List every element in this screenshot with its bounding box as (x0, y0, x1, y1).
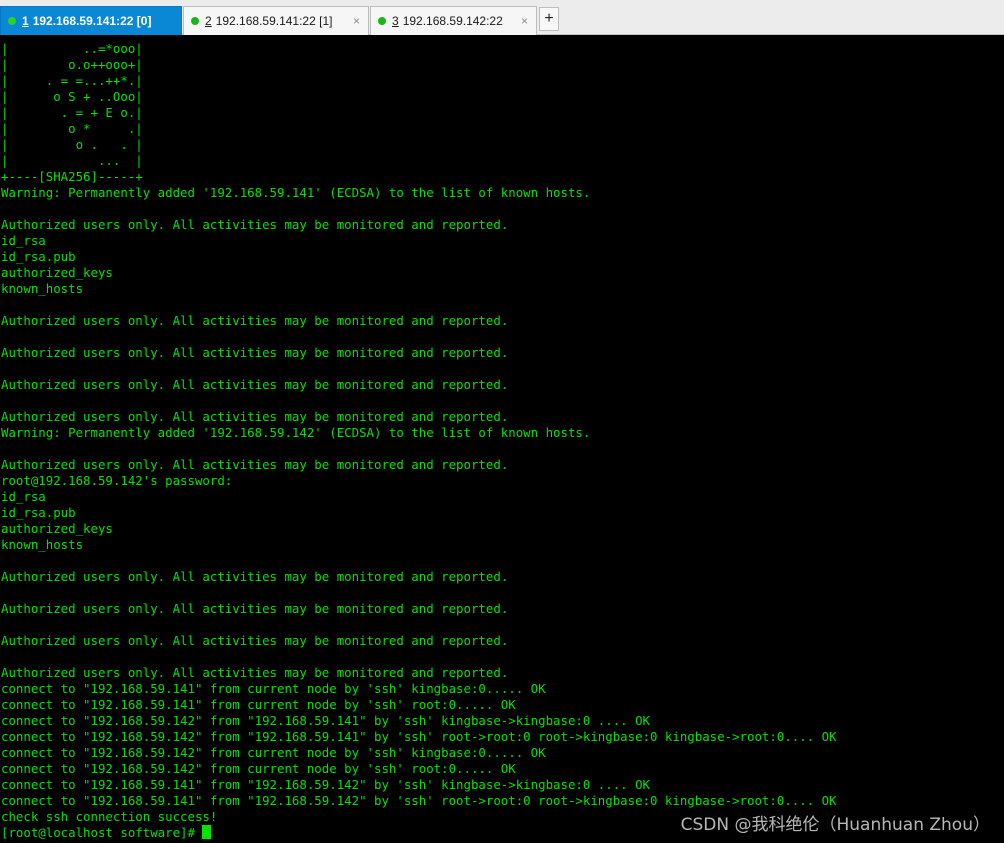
close-tab-icon[interactable]: × (353, 14, 360, 28)
terminal-line: Authorized users only. All activities ma… (1, 569, 509, 584)
connected-status-icon (191, 17, 199, 25)
tab-session-1[interactable]: 1 192.168.59.141:22 [0] (0, 6, 182, 35)
terminal-line: Authorized users only. All activities ma… (1, 345, 509, 360)
shell-prompt: [root@localhost software]# (1, 825, 203, 840)
terminal-line: Authorized users only. All activities ma… (1, 665, 509, 680)
terminal-line: Warning: Permanently added '192.168.59.1… (1, 425, 591, 440)
terminal-line: | ... | (1, 153, 143, 168)
terminal-line: Authorized users only. All activities ma… (1, 633, 509, 648)
tab-session-2[interactable]: 2 192.168.59.141:22 [1] × (183, 6, 369, 35)
tab-label: 192.168.59.142:22 (402, 14, 503, 28)
tab-bar: 1 192.168.59.141:22 [0] 2 192.168.59.141… (0, 0, 1004, 35)
terminal-line: | o . . | (1, 137, 143, 152)
terminal-line: connect to "192.168.59.142" from "192.16… (1, 713, 651, 728)
terminal-line: connect to "192.168.59.142" from "192.16… (1, 729, 837, 744)
terminal-line: Authorized users only. All activities ma… (1, 377, 509, 392)
terminal-line: authorized_keys (1, 265, 113, 280)
terminal-line: connect to "192.168.59.141" from current… (1, 697, 516, 712)
terminal-line: id_rsa.pub (1, 249, 76, 264)
terminal-line: known_hosts (1, 281, 84, 296)
tab-number: 3 (392, 14, 399, 28)
terminal-line: Authorized users only. All activities ma… (1, 601, 509, 616)
terminal-line: | o * .| (1, 121, 143, 136)
terminal-line: | o.o++ooo+| (1, 57, 143, 72)
terminal-line: Authorized users only. All activities ma… (1, 409, 509, 424)
terminal-line: known_hosts (1, 537, 84, 552)
terminal-line: id_rsa (1, 233, 46, 248)
watermark: CSDN @我科绝伦（Huanhuan Zhou） (680, 815, 990, 835)
terminal-line: connect to "192.168.59.141" from "192.16… (1, 793, 837, 808)
terminal-line: Authorized users only. All activities ma… (1, 313, 509, 328)
tab-session-3[interactable]: 3 192.168.59.142:22 × (370, 6, 537, 35)
terminal-line: Authorized users only. All activities ma… (1, 217, 509, 232)
terminal-line: +----[SHA256]-----+ (1, 169, 143, 184)
terminal-line: | . = + E o.| (1, 105, 143, 120)
terminal-line: connect to "192.168.59.142" from current… (1, 745, 546, 760)
terminal-line: id_rsa.pub (1, 505, 76, 520)
new-tab-button[interactable]: + (539, 7, 559, 31)
terminal-line: connect to "192.168.59.141" from "192.16… (1, 777, 651, 792)
text-cursor (202, 825, 212, 839)
tab-number: 2 (205, 14, 212, 28)
terminal-output[interactable]: | ..=*ooo| | o.o++ooo+| | . = =...++*.| | o… (0, 41, 1004, 843)
terminal-line: id_rsa (1, 489, 46, 504)
terminal-line: | . = =...++*.| (1, 73, 143, 88)
tab-label: 192.168.59.141:22 [0] (32, 14, 152, 28)
terminal-line: connect to "192.168.59.141" from current… (1, 681, 546, 696)
close-tab-icon[interactable]: × (521, 14, 528, 28)
connected-status-icon (8, 17, 16, 25)
terminal-line: | o S + ..Ooo| (1, 89, 143, 104)
terminal-line: | ..=*ooo| (1, 41, 143, 56)
terminal-line: Authorized users only. All activities ma… (1, 457, 509, 472)
connected-status-icon (378, 17, 386, 25)
terminal-line: connect to "192.168.59.142" from current… (1, 761, 516, 776)
tab-label: 192.168.59.141:22 [1] (215, 14, 333, 28)
tab-number: 1 (22, 14, 29, 28)
terminal-line: root@192.168.59.142's password: (1, 473, 233, 488)
terminal-line: authorized_keys (1, 521, 113, 536)
terminal-line: Warning: Permanently added '192.168.59.1… (1, 185, 591, 200)
